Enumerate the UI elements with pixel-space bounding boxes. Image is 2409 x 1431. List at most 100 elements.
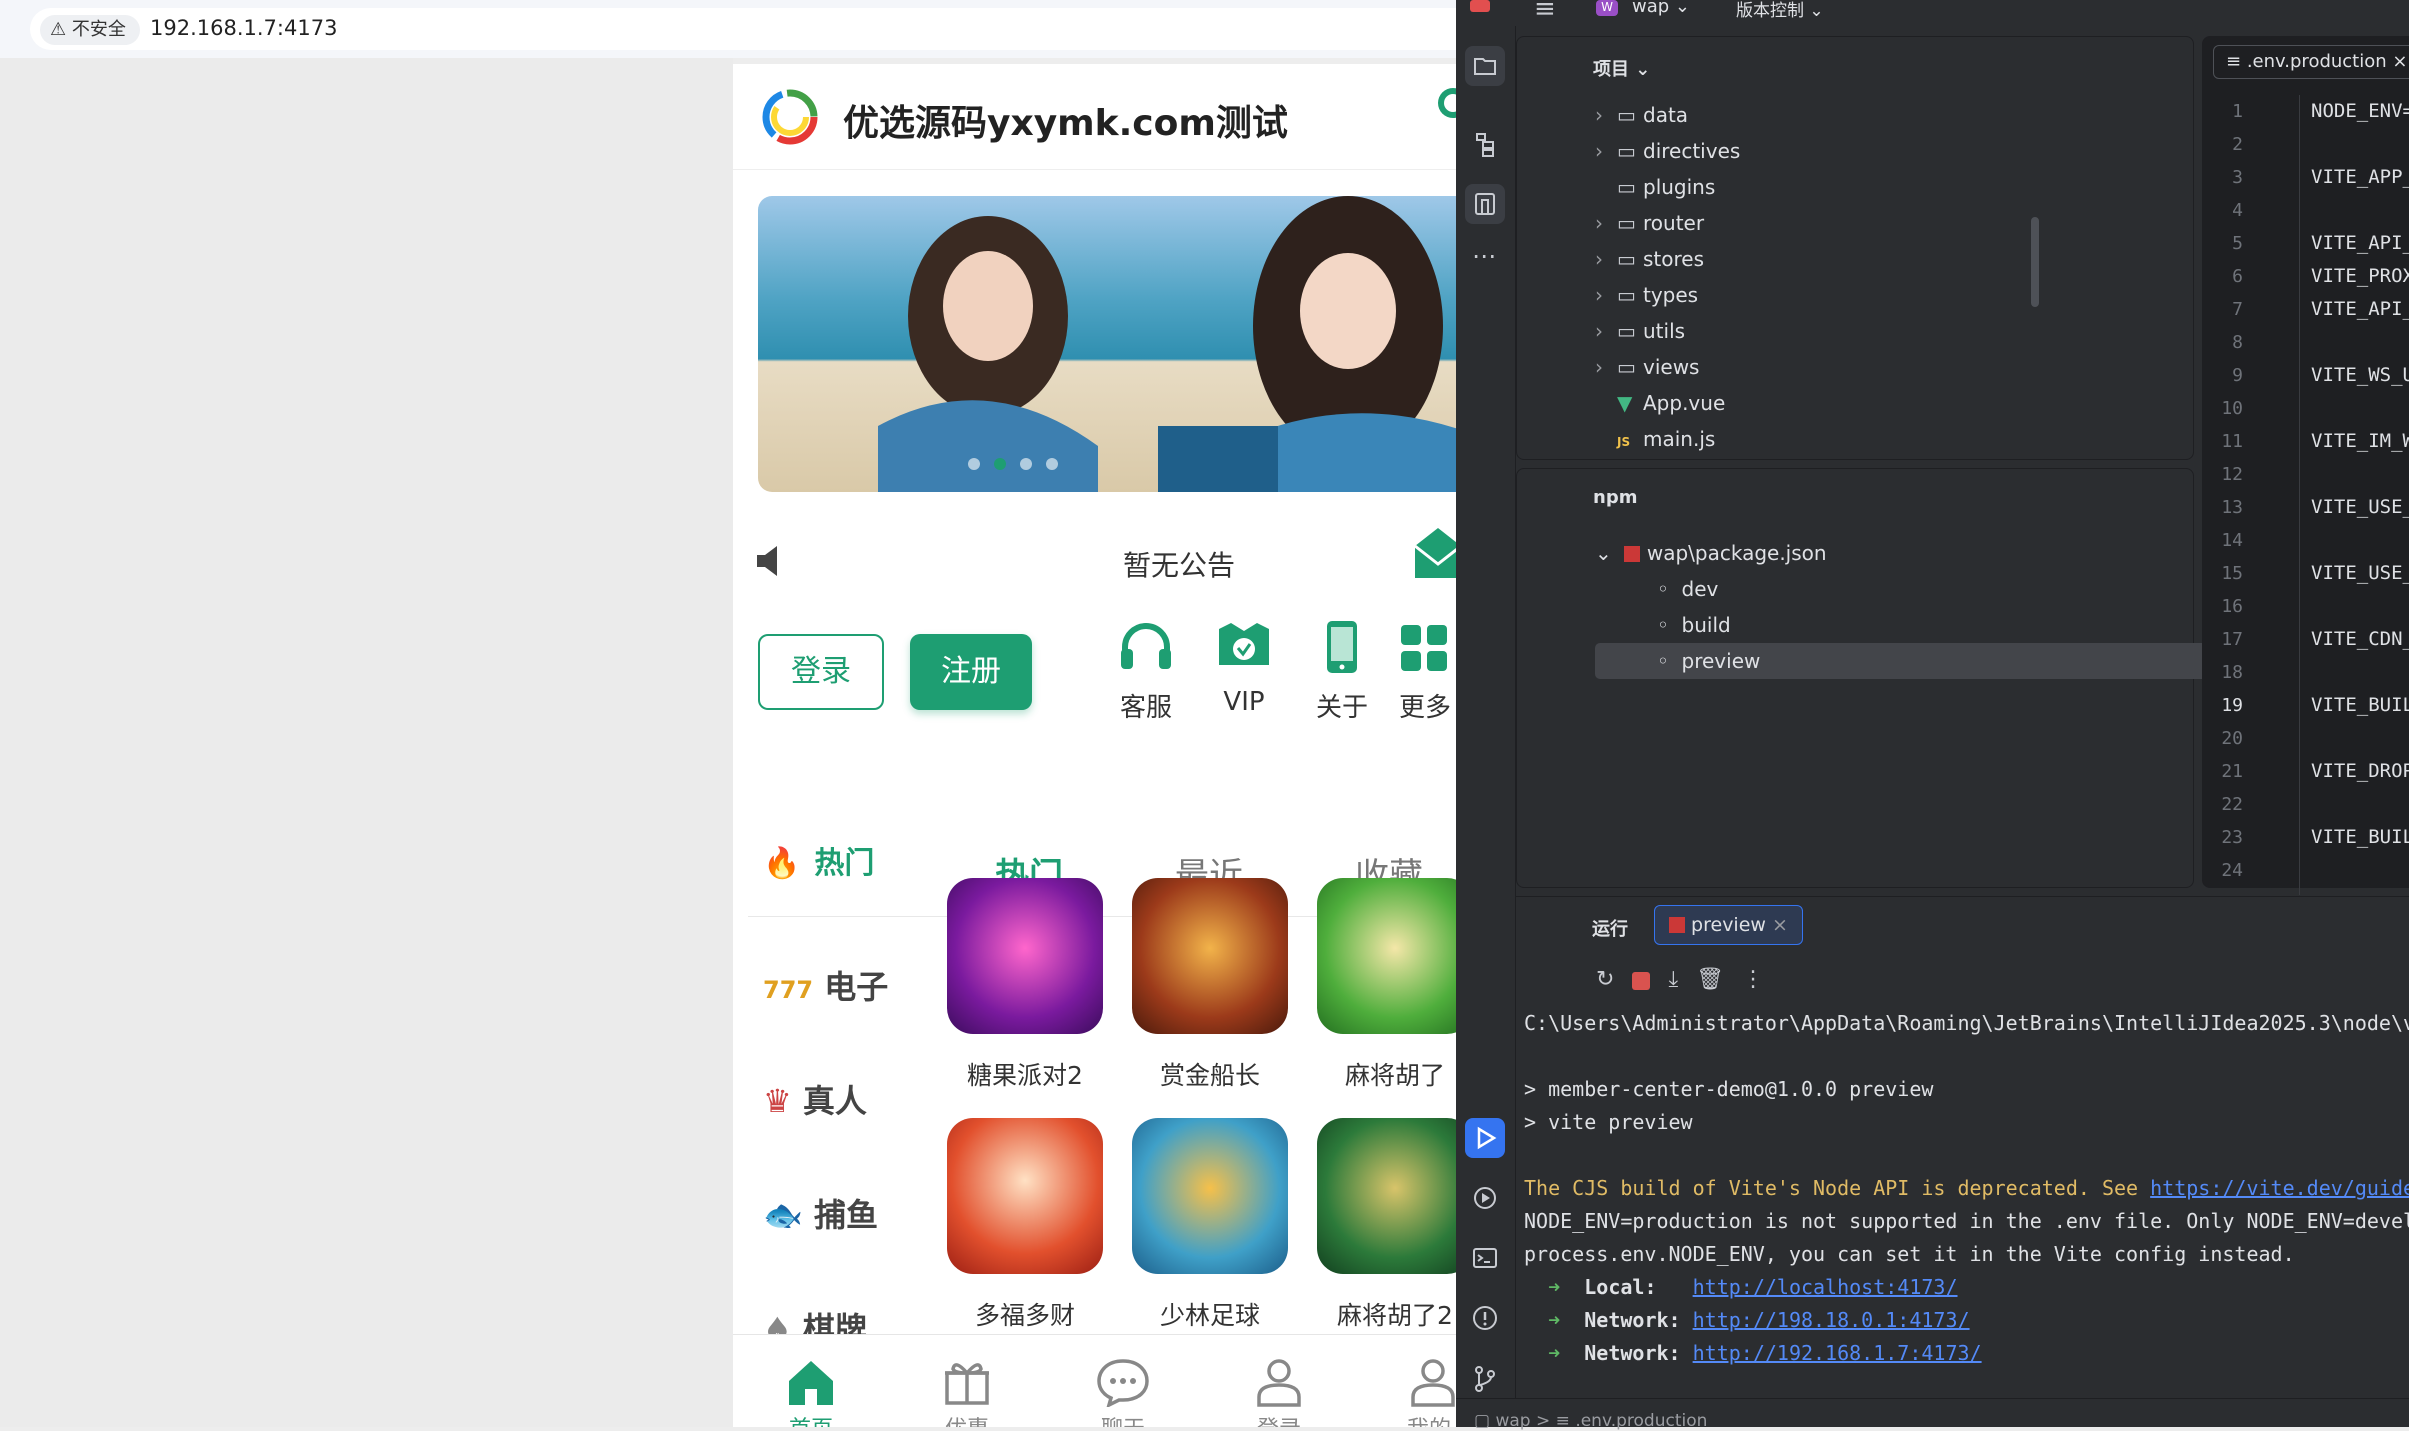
rerun-icon[interactable]: ↻ <box>1596 967 1614 992</box>
chevron-right-icon[interactable]: › <box>1595 241 1617 277</box>
quick-about[interactable]: 关于 <box>1297 619 1387 724</box>
more-tools-icon[interactable]: ⋯ <box>1472 242 1496 270</box>
category-live[interactable]: ♛ 真人 <box>763 1076 867 1122</box>
editor-tab[interactable]: ≡ .env.production × <box>2213 45 2409 79</box>
main-menu-icon[interactable]: ≡ <box>1534 0 1556 24</box>
stop-icon[interactable] <box>1632 972 1651 990</box>
nav-chat[interactable]: 聊天室 <box>1095 1357 1151 1427</box>
scroll-to-end-icon[interactable]: ⤓ <box>1668 967 1678 992</box>
run-tab-preview[interactable]: preview × <box>1654 905 1803 945</box>
tree-item[interactable]: › ▭ data <box>1537 97 2177 133</box>
code-line[interactable] <box>2311 524 2409 557</box>
project-switcher[interactable]: wap ⌄ <box>1632 0 1690 17</box>
code-line[interactable]: VITE_API_ <box>2311 227 2409 260</box>
vcs-menu[interactable]: 版本控制 ⌄ <box>1736 0 1824 21</box>
code-line[interactable]: VITE_WS_U <box>2311 359 2409 392</box>
tree-item[interactable]: › ▭ directives <box>1537 133 2177 169</box>
nav-promo[interactable]: 优惠 <box>939 1357 995 1427</box>
nav-home[interactable]: 首页 <box>783 1357 839 1427</box>
npm-package-node[interactable]: ⌄ wap\package.json <box>1595 535 1827 571</box>
tree-item[interactable]: › ▭ stores <box>1537 241 2177 277</box>
structure-tool-button[interactable] <box>1465 124 1505 164</box>
nav-login[interactable]: 登录 <box>1251 1357 1307 1427</box>
login-button[interactable]: 登录 <box>758 634 884 710</box>
chevron-right-icon[interactable]: › <box>1595 277 1617 313</box>
chevron-right-icon[interactable]: › <box>1595 205 1617 241</box>
code-line[interactable]: VITE_USE_ <box>2311 491 2409 524</box>
security-indicator[interactable]: ⚠ 不安全 <box>40 15 140 45</box>
game-card[interactable]: 糖果派对2 <box>945 878 1105 1092</box>
close-icon[interactable]: × <box>1772 914 1788 936</box>
mail-icon[interactable] <box>1413 524 1456 580</box>
chevron-right-icon[interactable]: › <box>1595 133 1617 169</box>
git-tool-button[interactable] <box>1465 1358 1505 1398</box>
nav-profile[interactable]: 我的 <box>1407 1357 1456 1427</box>
npm-script-preview[interactable]: ◦ preview <box>1657 643 1760 679</box>
run-tool-button[interactable] <box>1465 1118 1505 1158</box>
code-line[interactable] <box>2311 656 2409 689</box>
code-line[interactable]: VITE_IM_W <box>2311 425 2409 458</box>
game-card[interactable]: 少林足球 <box>1130 1118 1290 1332</box>
code-line[interactable]: VITE_APP_ <box>2311 161 2409 194</box>
tree-item[interactable]: ▼ App.vue <box>1537 385 2177 421</box>
code-line[interactable] <box>2311 458 2409 491</box>
chevron-right-icon[interactable]: › <box>1595 349 1617 385</box>
code-line[interactable] <box>2311 854 2409 887</box>
register-button[interactable]: 注册 <box>910 634 1032 710</box>
services-tool-button[interactable] <box>1465 1178 1505 1218</box>
code-line[interactable]: VITE_USE_ <box>2311 557 2409 590</box>
code-line[interactable] <box>2311 326 2409 359</box>
code-line[interactable] <box>2311 722 2409 755</box>
network-url-link[interactable]: http://198.18.0.1:4173/ <box>1693 1308 1970 1332</box>
tree-item[interactable]: › ▭ utils <box>1537 313 2177 349</box>
code-line[interactable] <box>2311 590 2409 623</box>
code-area[interactable]: NODE_ENV= VITE_APP_ VITE_API_ VITE_PROX VITE… <box>2311 95 2409 887</box>
npm-script-build[interactable]: ◦ build <box>1657 607 1731 643</box>
promo-banner[interactable] <box>758 196 1456 492</box>
code-line[interactable]: VITE_API_ <box>2311 293 2409 326</box>
category-electronic[interactable]: 777 电子 <box>763 962 888 1008</box>
carousel-dot[interactable] <box>1020 458 1032 470</box>
code-line[interactable] <box>2311 194 2409 227</box>
game-card[interactable]: 多福多财 <box>945 1118 1105 1332</box>
category-fishing[interactable]: 🐟 捕鱼 <box>763 1190 878 1236</box>
quick-more[interactable]: 更多 <box>1395 619 1456 724</box>
npm-tool-button[interactable] <box>1465 184 1505 224</box>
chevron-right-icon[interactable]: › <box>1595 97 1617 133</box>
tree-item[interactable]: › ▭ types <box>1537 277 2177 313</box>
url-text[interactable]: 192.168.1.7:4173 <box>150 16 337 40</box>
trash-icon[interactable]: 🗑 <box>1696 967 1724 992</box>
refresh-icon[interactable] <box>1438 88 1456 118</box>
local-url-link[interactable]: http://localhost:4173/ <box>1693 1275 1958 1299</box>
code-line[interactable]: NODE_ENV= <box>2311 95 2409 128</box>
carousel-dot[interactable] <box>968 458 980 470</box>
terminal-tool-button[interactable] <box>1465 1238 1505 1278</box>
tree-item[interactable]: JS main.js <box>1537 421 2177 457</box>
quick-vip[interactable]: VIP <box>1199 619 1289 717</box>
carousel-dot[interactable] <box>1046 458 1058 470</box>
code-line[interactable]: VITE_CDN_ <box>2311 623 2409 656</box>
close-icon[interactable]: × <box>2392 51 2407 72</box>
code-line[interactable]: VITE_DROP <box>2311 755 2409 788</box>
game-card[interactable]: 赏金船长 <box>1130 878 1290 1092</box>
tree-scrollbar[interactable] <box>2031 217 2039 307</box>
status-breadcrumb[interactable]: ▢ wap > ≡ .env.production <box>1474 1411 1707 1431</box>
tree-item[interactable]: › ▭ router <box>1537 205 2177 241</box>
project-tool-button[interactable] <box>1465 46 1505 86</box>
code-line[interactable]: VITE_BUIL <box>2311 689 2409 722</box>
chevron-right-icon[interactable]: › <box>1595 313 1617 349</box>
code-line[interactable]: VITE_PROX <box>2311 260 2409 293</box>
game-card[interactable]: 麻将胡了2 <box>1315 1118 1456 1332</box>
tree-item[interactable]: ▭ plugins <box>1537 169 2177 205</box>
carousel-dot-active[interactable] <box>994 458 1006 470</box>
code-line[interactable]: VITE_BUIL <box>2311 821 2409 854</box>
problems-tool-button[interactable] <box>1465 1298 1505 1338</box>
project-panel-header[interactable]: 项目 ⌄ <box>1593 55 1650 81</box>
code-line[interactable] <box>2311 128 2409 161</box>
more-options-icon[interactable]: ⋮ <box>1742 967 1764 992</box>
npm-script-dev[interactable]: ◦ dev <box>1657 571 1718 607</box>
code-line[interactable] <box>2311 788 2409 821</box>
network-url-link[interactable]: http://192.168.1.7:4173/ <box>1693 1341 1982 1365</box>
console-link[interactable]: https://vite.dev/guide <box>2150 1176 2409 1200</box>
tree-item[interactable]: › ▭ views <box>1537 349 2177 385</box>
